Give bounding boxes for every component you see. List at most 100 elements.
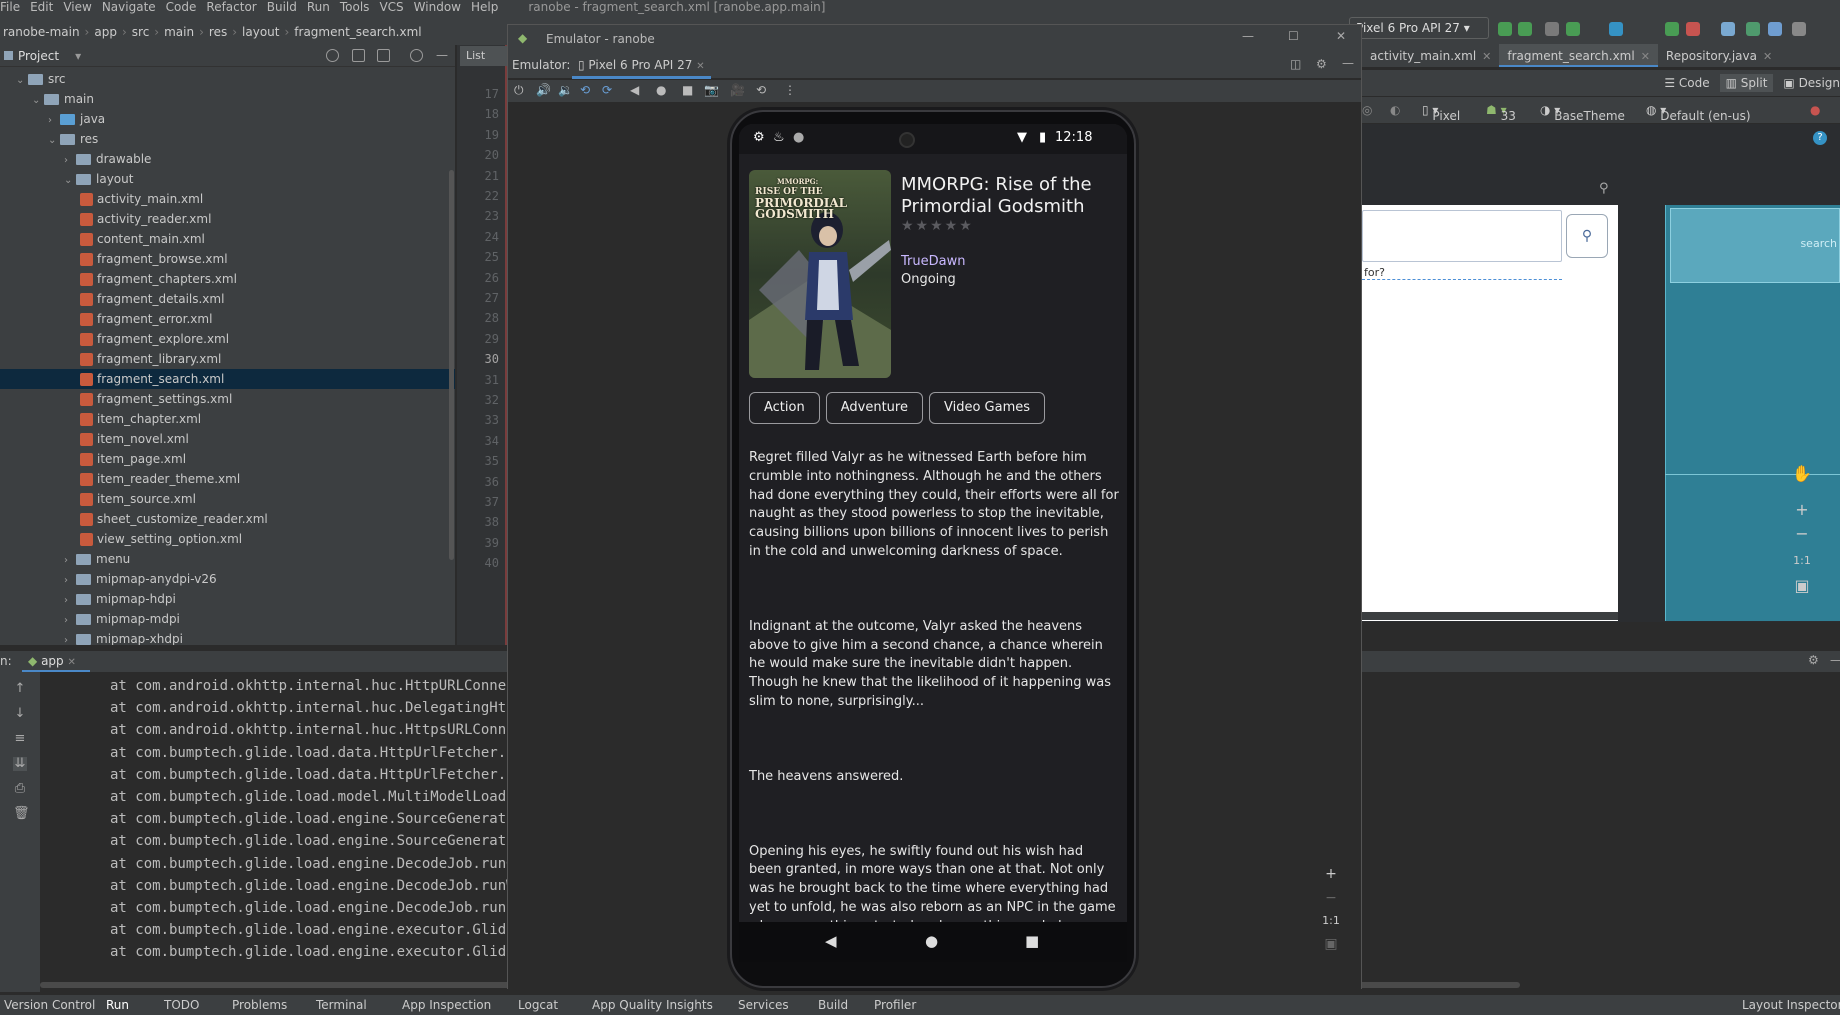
menu-item[interactable]: Run xyxy=(307,0,330,14)
collapse-all-icon[interactable] xyxy=(377,49,390,62)
tree-file-item[interactable]: sheet_customize_reader.xml xyxy=(0,509,455,529)
rating-stars[interactable]: ★★★★★ xyxy=(901,218,974,234)
phone-screen[interactable]: ⚙ ♨ ● ▼ ▮ 12:18 MMORPG: RISE OF THE PRIM… xyxy=(739,124,1127,924)
close-icon[interactable]: ✕ xyxy=(1641,50,1650,63)
tree-file-item[interactable]: item_novel.xml xyxy=(0,429,455,449)
menu-item[interactable]: Edit xyxy=(30,0,53,14)
tree-file-item[interactable]: fragment_settings.xml xyxy=(0,389,455,409)
tool-window-button[interactable]: Profiler xyxy=(874,998,916,1012)
genre-chip[interactable]: Action xyxy=(749,392,820,424)
api-dropdown[interactable]: ☗ 33 ▾ xyxy=(1486,103,1516,123)
night-mode-icon[interactable]: ◐ xyxy=(1390,103,1400,117)
editor-tab-partial[interactable]: List xyxy=(460,46,508,66)
run-minimize-icon[interactable]: — xyxy=(1830,653,1840,667)
menu-item[interactable]: Code xyxy=(166,0,197,14)
menu-item[interactable]: Build xyxy=(267,0,297,14)
locale-dropdown[interactable]: ◍ Default (en-us) ▾ xyxy=(1646,103,1751,123)
chevron-right-icon[interactable]: › xyxy=(64,571,76,591)
tool-window-button[interactable]: Build xyxy=(818,998,848,1012)
tool-window-button[interactable]: App Inspection xyxy=(402,998,491,1012)
design-view-button[interactable]: ▣ Design xyxy=(1783,76,1840,90)
theme-dropdown[interactable]: ◑ BaseTheme ▾ xyxy=(1540,103,1625,123)
tool-window-button[interactable]: Services xyxy=(738,998,789,1012)
gear-icon[interactable] xyxy=(410,49,423,62)
zoom-in-icon[interactable]: + xyxy=(1789,500,1815,519)
down-arrow-icon[interactable]: ↓ xyxy=(13,707,27,721)
search-everywhere-icon[interactable] xyxy=(1792,22,1806,36)
tree-folder-item[interactable]: ⌄ src xyxy=(0,69,455,89)
tree-folder-item[interactable]: › mipmap-anydpi-v26 xyxy=(0,569,455,589)
apply-changes-icon[interactable] xyxy=(1518,22,1532,36)
menu-item[interactable]: Refactor xyxy=(206,0,256,14)
genre-chip[interactable]: Adventure xyxy=(825,392,923,424)
close-icon[interactable]: ✕ xyxy=(1763,50,1772,63)
sync-icon[interactable] xyxy=(1721,22,1735,36)
zoom-fit-icon[interactable]: ▣ xyxy=(1318,936,1344,952)
run-tab-app[interactable]: ◆ app ✕ xyxy=(22,650,90,672)
pin-icon[interactable]: ⚲ xyxy=(1599,181,1609,196)
tool-window-button[interactable]: Version Control xyxy=(4,998,95,1012)
tree-folder-item[interactable]: › mipmap-mdpi xyxy=(0,609,455,629)
rotate-right-icon[interactable]: ⟳ xyxy=(602,83,612,97)
close-window-icon[interactable]: ✕ xyxy=(1336,29,1346,43)
up-arrow-icon[interactable]: ↑ xyxy=(13,682,27,696)
tree-file-item[interactable]: item_source.xml xyxy=(0,489,455,509)
volume-down-icon[interactable]: 🔉 xyxy=(558,83,573,97)
chevron-right-icon[interactable]: › xyxy=(64,551,76,571)
gear-icon[interactable]: ⚙ xyxy=(1316,57,1327,71)
chevron-right-icon[interactable]: › xyxy=(48,111,60,131)
tree-file-item[interactable]: fragment_search.xml xyxy=(0,369,455,389)
home-icon[interactable]: ● xyxy=(925,932,938,950)
genre-chip[interactable]: Video Games xyxy=(928,392,1045,424)
zoom-fit-icon[interactable]: ▣ xyxy=(1789,576,1815,595)
run-icon[interactable] xyxy=(1498,22,1512,36)
breadcrumb-item[interactable]: app xyxy=(94,25,117,39)
tool-window-button[interactable]: Terminal xyxy=(316,998,367,1012)
chevron-down-icon[interactable]: ⌄ xyxy=(48,131,60,151)
tree-file-item[interactable]: fragment_explore.xml xyxy=(0,329,455,349)
novel-author[interactable]: TrueDawn xyxy=(901,254,965,269)
sdk-manager-icon[interactable] xyxy=(1768,22,1782,36)
tree-file-item[interactable]: item_page.xml xyxy=(0,449,455,469)
tool-window-button[interactable]: Layout Inspector xyxy=(1742,998,1840,1012)
split-view-button[interactable]: ▥ Split xyxy=(1719,74,1774,92)
tool-window-button[interactable]: TODO xyxy=(164,998,199,1012)
home-icon[interactable]: ● xyxy=(656,83,666,97)
breadcrumb-item[interactable]: main xyxy=(164,25,194,39)
emulator-device-tab[interactable]: ▯ Pixel 6 Pro API 27 ✕ xyxy=(572,53,711,79)
tree-file-item[interactable]: fragment_error.xml xyxy=(0,309,455,329)
pan-icon[interactable]: ✋ xyxy=(1789,464,1815,483)
menu-item[interactable]: Window xyxy=(414,0,461,14)
tree-folder-item[interactable]: › mipmap-hdpi xyxy=(0,589,455,609)
tree-file-item[interactable]: item_reader_theme.xml xyxy=(0,469,455,489)
tree-file-item[interactable]: content_main.xml xyxy=(0,229,455,249)
orientation-icon[interactable]: ◎ xyxy=(1362,103,1372,117)
chevron-right-icon[interactable]: › xyxy=(64,151,76,171)
project-scrollbar[interactable] xyxy=(449,170,454,560)
device-manager-icon[interactable] xyxy=(1746,22,1760,36)
tree-folder-item[interactable]: ⌄ layout xyxy=(0,169,455,189)
tree-file-item[interactable]: activity_reader.xml xyxy=(0,209,455,229)
editor-tab[interactable]: fragment_search.xml ✕ xyxy=(1499,44,1658,67)
search-icon[interactable]: ⚲ xyxy=(1566,214,1608,258)
locate-icon[interactable] xyxy=(326,49,339,62)
chevron-down-icon[interactable]: ⌄ xyxy=(64,171,76,191)
overview-icon[interactable]: ■ xyxy=(682,83,693,97)
minimize-window-icon[interactable]: — xyxy=(1242,29,1254,43)
rotate-left-icon[interactable]: ⟲ xyxy=(580,83,590,97)
tree-file-item[interactable]: fragment_details.xml xyxy=(0,289,455,309)
chevron-down-icon[interactable]: ▾ xyxy=(75,49,81,63)
tool-window-button[interactable]: Run xyxy=(106,998,129,1012)
close-icon[interactable]: ✕ xyxy=(696,61,704,72)
zoom-out-icon[interactable]: − xyxy=(1318,890,1344,906)
maximize-window-icon[interactable]: ☐ xyxy=(1288,29,1299,43)
volume-up-icon[interactable]: 🔊 xyxy=(536,83,551,97)
breadcrumb-item[interactable]: layout xyxy=(242,25,279,39)
device-selector[interactable]: Pixel 6 Pro API 27 ▾ xyxy=(1349,17,1489,39)
breadcrumb-item[interactable]: src xyxy=(132,25,150,39)
zoom-actual-button[interactable]: 1:1 xyxy=(1789,554,1815,567)
power-icon[interactable]: ⏻ xyxy=(514,83,524,98)
tree-file-item[interactable]: view_setting_option.xml xyxy=(0,529,455,549)
breadcrumb-item[interactable]: res xyxy=(209,25,227,39)
run-settings-icon[interactable]: ⚙ xyxy=(1808,653,1819,667)
